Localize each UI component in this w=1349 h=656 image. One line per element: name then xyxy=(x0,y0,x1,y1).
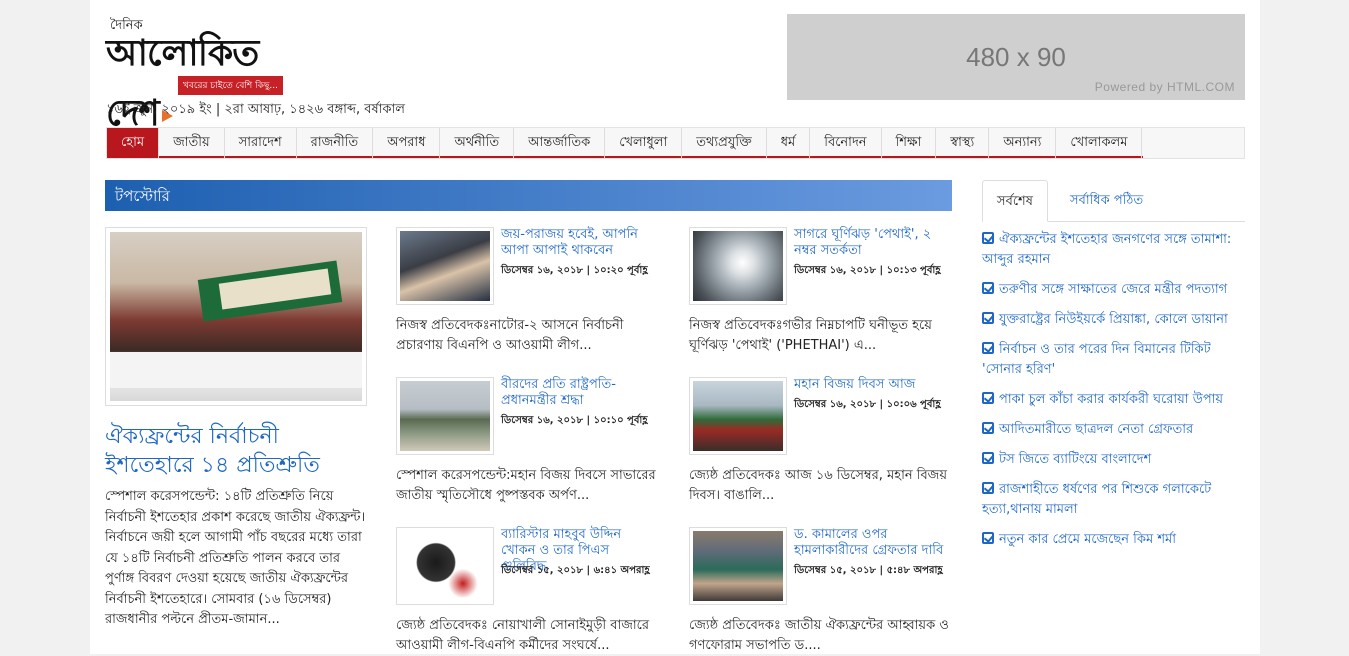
story-photo xyxy=(400,381,490,451)
nav-item-religion[interactable]: ধর্ম xyxy=(767,128,811,158)
nav-item-opinion[interactable]: খোলাকলম xyxy=(1056,128,1143,158)
lead-story-body: স্পেশাল করেসপন্ডেন্ট: ১৪টি প্রতিশ্রুতি ন… xyxy=(105,489,366,627)
latest-news-title: টস জিতে ব্যাটিংয়ে বাংলাদেশ xyxy=(999,452,1152,467)
latest-news-item[interactable]: তরুণীর সঙ্গে সাক্ষাতের জেরে মন্ত্রীর পদত… xyxy=(982,280,1247,300)
story-title[interactable]: মহান বিজয় দিবস আজ xyxy=(794,377,949,393)
check-square-icon xyxy=(982,232,994,244)
story-excerpt: জ্যেষ্ঠ প্রতিবেদকঃ জাতীয় ঐক্যফ্রন্টের আ… xyxy=(689,618,949,653)
latest-news-list: ঐক্যফ্রন্টের ইশতেহার জনগণের সঙ্গে তামাশা… xyxy=(982,230,1247,560)
nav-item-international[interactable]: আন্তর্জাতিক xyxy=(514,128,606,158)
nav-item-sports[interactable]: খেলাধুলা xyxy=(605,128,683,158)
latest-news-title: পাকা চুল কাঁচা করার কার্যকরী ঘরোয়া উপায… xyxy=(999,392,1224,407)
ad-powered-by: Powered by HTML.COM xyxy=(1094,80,1235,94)
story-thumbnail[interactable] xyxy=(689,377,787,455)
story-thumbnail[interactable] xyxy=(689,527,787,605)
story-title[interactable]: সাগরে ঘূর্ণিঝড় 'পেথাই', ২ নম্বর সতর্কতা xyxy=(794,227,949,259)
top-stories-title: টপস্টোরি xyxy=(115,185,170,215)
check-square-icon xyxy=(982,392,994,404)
latest-news-item[interactable]: ঐক্যফ্রন্টের ইশতেহার জনগণের সঙ্গে তামাশা… xyxy=(982,230,1247,270)
story-thumbnail[interactable] xyxy=(396,527,494,605)
story-photo xyxy=(693,231,783,301)
story-date: ডিসেম্বর ১৬, ২০১৮ | ১০:০৬ পূর্বাহ্ণ xyxy=(794,399,941,410)
latest-news-title: যুক্তরাষ্ট্রের নিউইয়র্কে প্রিয়াঙ্কা, ক… xyxy=(999,312,1228,327)
check-square-icon xyxy=(982,482,994,494)
logo-tagline: খবরের চাইতে বেশি কিছু... xyxy=(178,76,284,95)
nav-item-home[interactable]: হোম xyxy=(107,128,160,158)
site-logo[interactable]: দৈনিক আলোকিত দেশ খবরের চাইতে বেশি কিছু..… xyxy=(106,16,306,134)
nav-item-economy[interactable]: অর্থনীতি xyxy=(440,128,515,158)
story-photo xyxy=(693,381,783,451)
nav-item-tech[interactable]: তথ্যপ্রযুক্তি xyxy=(682,128,767,158)
story-title[interactable]: বীরদের প্রতি রাষ্ট্রপতি-প্রধানমন্ত্রীর শ… xyxy=(501,377,656,409)
sidebar-tabs: সর্বশেষ সর্বাধিক পঠিত xyxy=(982,180,1245,222)
latest-news-item[interactable]: রাজশাহীতে ধর্ষণের পর শিশুকে গলাকেটে হত্য… xyxy=(982,480,1247,520)
nav-item-entertainment[interactable]: বিনোদন xyxy=(810,128,882,158)
story-thumbnail[interactable] xyxy=(689,227,787,305)
story-photo xyxy=(693,531,783,601)
latest-news-item[interactable]: নতুন কার প্রেমে মজেছেন কিম শর্মা xyxy=(982,530,1247,550)
story-excerpt: নিজস্ব প্রতিবেদকঃগভীর নিম্নচাপটি ঘনীভূত … xyxy=(689,318,932,353)
tab-latest[interactable]: সর্বশেষ xyxy=(982,180,1048,222)
nav-item-health[interactable]: স্বাস্থ্য xyxy=(936,128,990,158)
latest-news-item[interactable]: যুক্তরাষ্ট্রের নিউইয়র্কে প্রিয়াঙ্কা, ক… xyxy=(982,310,1247,330)
latest-news-title: আদিতমারীতে ছাত্রদল নেতা গ্রেফতার xyxy=(999,422,1194,437)
nav-item-education[interactable]: শিক্ষা xyxy=(882,128,937,158)
ad-size-label: 480 x 90 xyxy=(966,42,1066,72)
lead-story-title[interactable]: ঐক্যফ্রন্টের নির্বাচনী ইশতেহারে ১৪ প্রতি… xyxy=(105,422,355,480)
photo-table xyxy=(110,352,362,388)
story-photo xyxy=(400,531,490,601)
latest-news-item[interactable]: নির্বাচন ও তার পরের দিন বিমানের টিকিট 'স… xyxy=(982,340,1247,380)
check-square-icon xyxy=(982,312,994,324)
nav-item-crime[interactable]: অপরাধ xyxy=(373,128,441,158)
story-thumbnail[interactable] xyxy=(396,377,494,455)
nav-item-others[interactable]: অন্যান্য xyxy=(989,128,1057,158)
story-date: ডিসেম্বর ১৫, ২০১৮ | ৬:৪১ অপরাহ্ণ xyxy=(501,565,650,576)
latest-news-title: ঐক্যফ্রন্টের ইশতেহার জনগণের সঙ্গে তামাশা… xyxy=(982,232,1232,267)
story-title[interactable]: ড. কামালের ওপর হামলাকারীদের গ্রেফতার দাব… xyxy=(794,527,949,559)
story-excerpt: নিজস্ব প্রতিবেদকঃনাটোর-২ আসনে নির্বাচনী … xyxy=(396,318,624,353)
lead-story-image[interactable] xyxy=(105,227,367,406)
check-square-icon xyxy=(982,282,994,294)
story-date: ডিসেম্বর ১৬, ২০১৮ | ১০:২০ পূর্বাহ্ণ xyxy=(501,265,648,276)
nav-item-national[interactable]: জাতীয় xyxy=(159,128,225,158)
story-excerpt: জ্যেষ্ঠ প্রতিবেদকঃ আজ ১৬ ডিসেম্বর, মহান … xyxy=(689,468,947,503)
story-date: ডিসেম্বর ১৫, ২০১৮ | ৫:৪৮ অপরাহ্ণ xyxy=(794,565,943,576)
check-square-icon xyxy=(982,422,994,434)
date-line: ১৬ই জুন, ২০১৯ ইং | ২রা আষাঢ়, ১৪২৬ বঙ্গা… xyxy=(106,102,405,117)
check-square-icon xyxy=(982,452,994,464)
tab-most-read[interactable]: সর্বাধিক পঠিত xyxy=(1056,180,1157,222)
story-excerpt: জ্যেষ্ঠ প্রতিবেদকঃ নোয়াখালী সোনাইমুড়ী … xyxy=(396,618,650,653)
latest-news-item[interactable]: টস জিতে ব্যাটিংয়ে বাংলাদেশ xyxy=(982,450,1247,470)
top-stories-header: টপস্টোরি xyxy=(105,180,952,215)
lead-story-photo xyxy=(110,232,362,401)
latest-news-title: রাজশাহীতে ধর্ষণের পর শিশুকে গলাকেটে হত্য… xyxy=(982,482,1212,517)
check-square-icon xyxy=(982,532,994,544)
check-square-icon xyxy=(982,342,994,354)
latest-news-title: নতুন কার প্রেমে মজেছেন কিম শর্মা xyxy=(999,532,1177,547)
story-photo xyxy=(400,231,490,301)
page: দৈনিক আলোকিত দেশ খবরের চাইতে বেশি কিছু..… xyxy=(90,0,1260,654)
nav-item-politics[interactable]: রাজনীতি xyxy=(297,128,374,158)
story-excerpt: স্পেশাল করেসপন্ডেন্ট:মহান বিজয় দিবসে সা… xyxy=(396,468,656,503)
latest-news-item[interactable]: পাকা চুল কাঁচা করার কার্যকরী ঘরোয়া উপায… xyxy=(982,390,1247,410)
latest-news-title: নির্বাচন ও তার পরের দিন বিমানের টিকিট 'স… xyxy=(982,342,1211,377)
latest-news-item[interactable]: আদিতমারীতে ছাত্রদল নেতা গ্রেফতার xyxy=(982,420,1247,440)
story-date: ডিসেম্বর ১৬, ২০১৮ | ১০:১০ পূর্বাহ্ণ xyxy=(501,415,648,426)
nav-item-country[interactable]: সারাদেশ xyxy=(225,128,297,158)
ad-banner[interactable]: 480 x 90 Powered by HTML.COM xyxy=(787,14,1245,100)
story-date: ডিসেম্বর ১৬, ২০১৮ | ১০:১৩ পূর্বাহ্ণ xyxy=(794,265,941,276)
main-nav: হোম জাতীয় সারাদেশ রাজনীতি অপরাধ অর্থনীত… xyxy=(106,127,1245,159)
latest-news-title: তরুণীর সঙ্গে সাক্ষাতের জেরে মন্ত্রীর পদত… xyxy=(999,282,1228,297)
story-title[interactable]: জয়-পরাজয় হবেই, আপনি আপা আপাই থাকবেন xyxy=(501,227,656,259)
story-thumbnail[interactable] xyxy=(396,227,494,305)
